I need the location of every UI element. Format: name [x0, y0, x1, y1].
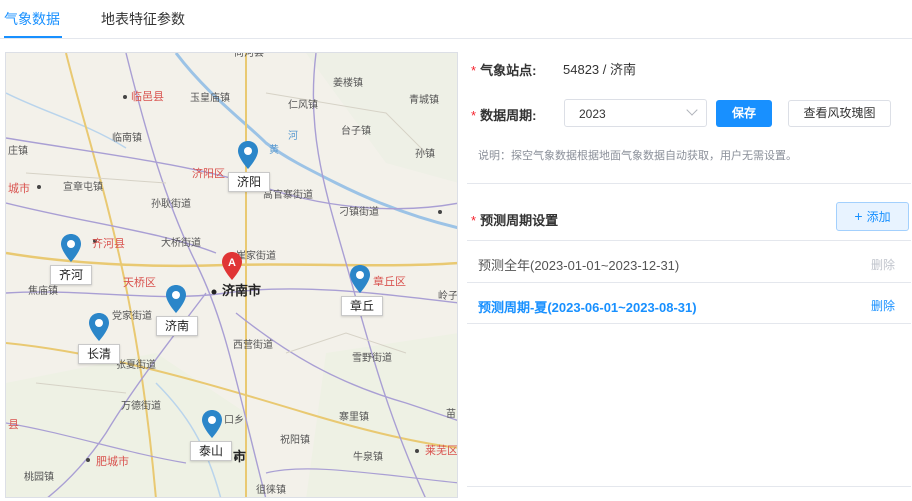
city-label-jinan: 济南市: [222, 283, 262, 298]
place-label: 肥城市: [96, 456, 129, 468]
place-label: 宣章屯镇: [63, 182, 103, 193]
station-pin-icon[interactable]: [237, 140, 259, 170]
place-label: 万德街道: [121, 401, 161, 412]
place-label: 莱芜区: [425, 445, 458, 457]
station-pin-icon[interactable]: [201, 409, 223, 439]
place-label: 玉皇庙镇: [190, 93, 230, 104]
place-label: 章丘区: [373, 276, 406, 288]
place-label: 大桥街道: [161, 238, 201, 249]
save-button[interactable]: 保存: [716, 100, 772, 127]
note-text: 说明：探空气象数据根据地面气象数据自动获取，用户无需设置。: [478, 150, 797, 162]
place-label: 尚河县: [234, 52, 264, 59]
active-tab-indicator: [4, 36, 62, 38]
station-pin-icon[interactable]: [60, 233, 82, 263]
station-pin-icon[interactable]: [88, 312, 110, 342]
station-value: 54823 / 济南: [563, 62, 636, 77]
map-view[interactable]: 尚河县 临邑县 玉皇庙镇 姜楼镇 仁风镇 青城镇 临南镇 台子镇 庄镇 济阳区 …: [5, 52, 458, 498]
list-divider: [467, 240, 911, 241]
place-label: 焦庙镇: [28, 286, 58, 297]
station-pin-icon[interactable]: [349, 264, 371, 294]
place-label: 党家街道: [112, 311, 152, 322]
station-label-changqing[interactable]: 长清: [78, 344, 121, 364]
place-label: 张夏街道: [116, 360, 156, 371]
station-label-jiyang[interactable]: 济阳: [228, 172, 271, 192]
place-label: 临邑县: [131, 91, 164, 103]
add-period-button[interactable]: + 添加: [836, 202, 909, 231]
river-label: 黄: [269, 145, 279, 156]
place-label: 天桥区: [123, 277, 156, 289]
place-label: 口乡: [224, 415, 244, 426]
forecast-period-title: * 预测周期设置: [471, 213, 559, 228]
place-label: 临南镇: [112, 133, 142, 144]
delete-period-button[interactable]: 删除: [871, 297, 895, 314]
place-label: 市: [233, 449, 247, 464]
bottom-divider: [467, 486, 911, 487]
place-label: 岭子: [438, 291, 458, 302]
plus-icon: +: [854, 208, 863, 224]
station-label-zhangqiu[interactable]: 章丘: [341, 296, 384, 316]
list-divider: [467, 323, 911, 324]
delete-period-button[interactable]: 删除: [871, 256, 895, 273]
place-label: 孙耿街道: [151, 199, 191, 210]
place-label: 庄镇: [8, 146, 28, 157]
place-label: 牛泉镇: [353, 452, 383, 463]
tab-bar: 气象数据 地表特征参数: [0, 0, 912, 39]
place-label: 雪野街道: [352, 353, 392, 364]
place-label: 西营街道: [233, 340, 273, 351]
station-label: * 气象站点:: [471, 63, 537, 78]
period-item-label[interactable]: 预测全年(2023-01-01~2023-12-31): [478, 255, 679, 274]
place-label: 桃园镇: [24, 472, 54, 483]
station-label-qihe[interactable]: 齐河: [50, 265, 93, 285]
selected-location-pin-icon[interactable]: A: [221, 251, 243, 281]
tab-weather-data[interactable]: 气象数据: [4, 10, 60, 28]
place-label: 徂徕镇: [256, 485, 286, 496]
place-label: 齐河县: [92, 238, 125, 250]
place-label: 刁镇街道: [339, 207, 379, 218]
data-period-label: * 数据周期:: [471, 108, 537, 123]
chevron-down-icon: [686, 104, 698, 116]
place-label: 城市: [8, 183, 30, 195]
selected-marker-letter: A: [228, 257, 236, 269]
place-label: 济阳区: [192, 168, 225, 180]
place-label: 苗: [446, 409, 456, 420]
place-label: 台子镇: [341, 126, 371, 137]
place-label: 高官寨街道: [263, 190, 313, 201]
place-label: 县: [8, 419, 19, 431]
river-label: 河: [288, 131, 298, 142]
tab-surface-params[interactable]: 地表特征参数: [101, 10, 185, 28]
year-select-value: 2023: [579, 107, 606, 121]
required-asterisk: *: [471, 108, 477, 123]
place-label: 姜楼镇: [333, 78, 363, 89]
required-asterisk: *: [471, 213, 477, 228]
place-label: 孙镇: [415, 149, 435, 160]
section-divider: [467, 183, 911, 184]
place-label: 仁风镇: [288, 100, 318, 111]
station-label-taishan[interactable]: 泰山: [190, 441, 233, 461]
year-select[interactable]: 2023: [564, 99, 707, 127]
place-label: 青城镇: [409, 95, 439, 106]
place-label: 祝阳镇: [280, 435, 310, 446]
period-item-label-active[interactable]: 预测周期-夏(2023-06-01~2023-08-31): [478, 297, 697, 316]
list-divider: [467, 282, 911, 283]
place-label: 寨里镇: [339, 412, 369, 423]
station-pin-icon[interactable]: [165, 284, 187, 314]
view-wind-rose-button[interactable]: 查看风玫瑰图: [788, 100, 891, 127]
station-label-jinan[interactable]: 济南: [156, 316, 199, 336]
required-asterisk: *: [471, 63, 477, 78]
